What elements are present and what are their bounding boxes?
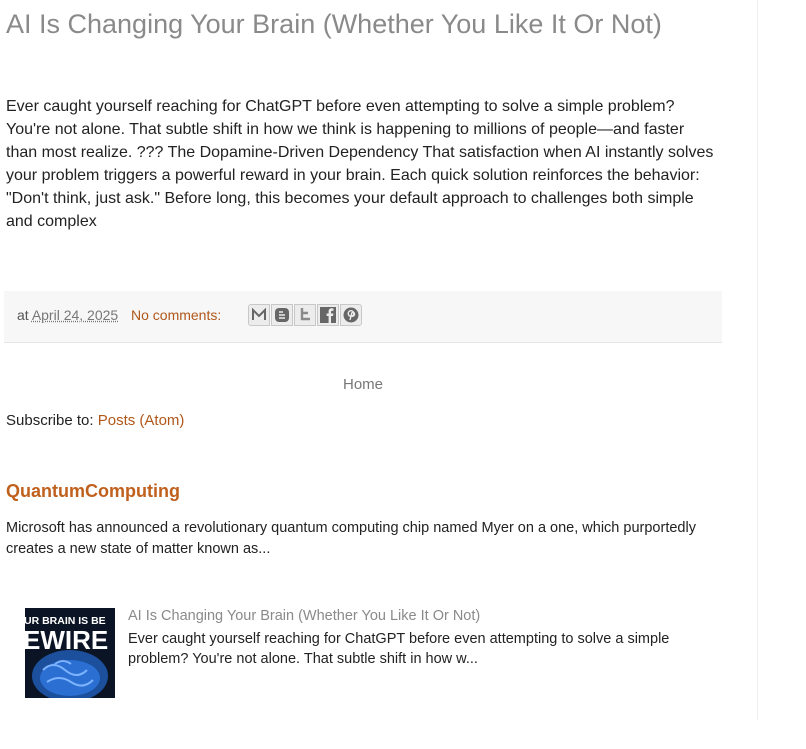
popular-post-snippet: Ever caught yourself reaching for ChatGP… <box>128 631 670 667</box>
blogger-share-button[interactable] <box>271 304 293 326</box>
posts-atom-link[interactable]: Posts (Atom) <box>98 412 185 429</box>
twitter-share-button[interactable] <box>294 304 316 326</box>
facebook-share-button[interactable] <box>317 304 339 326</box>
subscribe-line: Subscribe to: Posts (Atom) <box>6 412 184 429</box>
pinterest-share-button[interactable] <box>340 304 362 326</box>
thumb-text-main: EWIRE <box>25 625 108 655</box>
featured-post-snippet: Microsoft has announced a revolutionary … <box>6 520 696 557</box>
comments-link[interactable]: No comments: <box>131 307 221 323</box>
popular-post-item: UR BRAIN IS BE EWIRE AI Is Changing Your… <box>25 608 725 698</box>
facebook-icon <box>320 307 336 323</box>
featured-post-title[interactable]: QuantumComputing <box>6 481 180 502</box>
subscribe-label: Subscribe to: <box>6 412 94 429</box>
email-icon <box>252 308 266 320</box>
post-date-link[interactable]: April 24, 2025 <box>32 307 118 323</box>
sidebar-divider <box>757 0 758 720</box>
share-buttons <box>248 304 363 326</box>
popular-post-title[interactable]: AI Is Changing Your Brain (Whether You L… <box>128 608 480 624</box>
home-link[interactable]: Home <box>343 376 383 393</box>
post-byline: at April 24, 2025 <box>17 307 118 323</box>
at-label: at <box>17 307 29 323</box>
pinterest-icon <box>343 307 359 323</box>
post-footer: at April 24, 2025 No comments: <box>4 291 722 343</box>
twitter-icon <box>300 308 310 321</box>
brain-thumbnail-image: UR BRAIN IS BE EWIRE <box>25 608 115 698</box>
email-share-button[interactable] <box>248 304 270 326</box>
post-title[interactable]: AI Is Changing Your Brain (Whether You L… <box>6 6 662 42</box>
blogger-icon <box>275 308 289 322</box>
popular-post-thumbnail[interactable]: UR BRAIN IS BE EWIRE <box>25 608 115 698</box>
post-body: Ever caught yourself reaching for ChatGP… <box>6 98 714 230</box>
